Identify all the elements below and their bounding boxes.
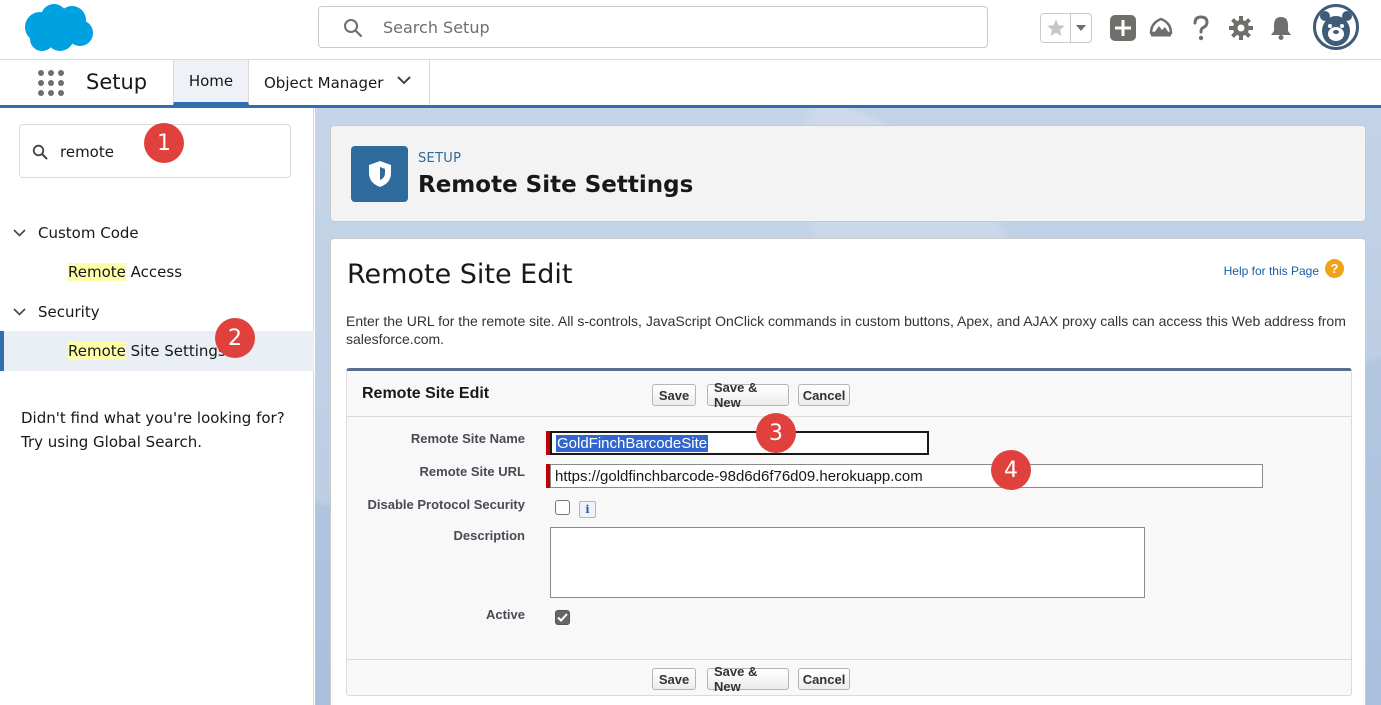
help-button[interactable] xyxy=(1187,14,1215,42)
page-icon xyxy=(351,146,408,202)
chevron-down-icon xyxy=(12,308,26,316)
tab-object-manager-label: Object Manager xyxy=(264,73,384,92)
help-for-this-page-link[interactable]: Help for this Page xyxy=(1224,264,1319,278)
checkmark-icon xyxy=(557,613,568,622)
salesforce-logo[interactable] xyxy=(20,3,94,53)
not-found-message: Didn't find what you're looking for? Try… xyxy=(21,406,301,454)
setup-tree-panel: Custom Code Remote Access Security Remot… xyxy=(0,108,314,705)
tree-item-remote-access[interactable]: Remote Access xyxy=(0,252,314,292)
page-header: SETUP Remote Site Settings xyxy=(330,125,1366,222)
bear-avatar-icon xyxy=(1320,11,1352,46)
search-icon xyxy=(32,144,48,160)
bell-icon xyxy=(1271,17,1291,40)
tab-home[interactable]: Home xyxy=(173,60,249,105)
tree-group-label: Custom Code xyxy=(38,224,139,242)
tree-item-label: Access xyxy=(125,263,183,281)
notifications-button[interactable] xyxy=(1267,14,1295,42)
help-icon[interactable]: ? xyxy=(1325,259,1344,278)
chevron-down-icon xyxy=(12,229,26,237)
cancel-button-bottom[interactable]: Cancel xyxy=(798,668,850,690)
global-search-input[interactable] xyxy=(383,15,943,39)
annotation-badge-2: 2 xyxy=(215,318,255,358)
tree-group-label: Security xyxy=(38,303,100,321)
save-button-bottom[interactable]: Save xyxy=(652,668,696,690)
disable-protocol-security-label: Disable Protocol Security xyxy=(367,497,526,512)
form-footer-divider xyxy=(347,659,1351,660)
annotation-badge-3: 3 xyxy=(756,413,796,453)
url-value: https://goldfinchbarcode-98d6d6f76d09.he… xyxy=(555,467,923,485)
active-checkbox[interactable] xyxy=(555,610,570,625)
content-card: Remote Site Edit Help for this Page ? En… xyxy=(330,238,1366,705)
star-icon xyxy=(1046,19,1065,36)
not-found-line: Didn't find what you're looking for? xyxy=(21,409,285,427)
remote-site-url-input[interactable]: https://goldfinchbarcode-98d6d6f76d09.he… xyxy=(550,464,1263,488)
remote-site-url-label: Remote Site URL xyxy=(419,464,525,479)
user-avatar[interactable] xyxy=(1313,4,1359,50)
caret-down-icon xyxy=(1076,25,1086,31)
tab-object-manager[interactable]: Object Manager xyxy=(249,60,430,105)
breadcrumb: SETUP xyxy=(418,151,462,166)
save-and-new-button[interactable]: Save & New xyxy=(707,380,789,410)
tree-group-security[interactable]: Security xyxy=(0,292,314,332)
selected-text: GoldFinchBarcodeSite xyxy=(556,434,709,452)
save-button[interactable]: Save xyxy=(652,384,696,406)
disable-protocol-security-checkbox[interactable] xyxy=(555,500,570,515)
remote-site-name-input[interactable]: GoldFinchBarcodeSite xyxy=(550,431,929,455)
favorites-button[interactable] xyxy=(1041,14,1071,42)
gear-icon xyxy=(1229,16,1253,40)
plus-icon xyxy=(1110,15,1136,41)
global-header xyxy=(0,0,1381,60)
favorites-dropdown-button[interactable] xyxy=(1071,14,1091,42)
search-highlight: Remote xyxy=(68,342,126,360)
annotation-badge-4: 4 xyxy=(991,450,1031,490)
page-title: Remote Site Settings xyxy=(418,172,694,198)
app-launcher-icon[interactable] xyxy=(36,68,66,98)
question-icon xyxy=(1193,15,1209,41)
save-and-new-button-bottom[interactable]: Save & New xyxy=(707,664,789,694)
description-textarea[interactable] xyxy=(550,527,1145,598)
app-name: Setup xyxy=(86,70,148,94)
setup-button[interactable] xyxy=(1227,14,1255,42)
remote-site-name-label: Remote Site Name xyxy=(410,431,525,446)
tree-item-label: Site Settings xyxy=(125,342,226,360)
form-section-title: Remote Site Edit xyxy=(362,385,490,402)
annotation-badge-1: 1 xyxy=(144,123,184,163)
global-search-hint: Try using Global Search. xyxy=(21,433,202,451)
tree-item-remote-site-settings[interactable]: Remote Site Settings xyxy=(0,331,314,371)
shield-icon xyxy=(368,161,391,187)
description-label: Description xyxy=(453,528,525,543)
chevron-down-icon[interactable] xyxy=(397,76,411,85)
favorites-group xyxy=(1040,13,1092,43)
tab-home-label: Home xyxy=(188,72,234,90)
trailhead-button[interactable] xyxy=(1147,14,1175,42)
edit-page-title: Remote Site Edit xyxy=(347,259,573,290)
info-icon[interactable]: i xyxy=(579,501,596,518)
intro-text: Enter the URL for the remote site. All s… xyxy=(346,313,1346,347)
cancel-button[interactable]: Cancel xyxy=(798,384,850,406)
context-bar: Setup Home Object Manager xyxy=(0,60,1381,108)
search-highlight: Remote xyxy=(68,263,126,281)
trailhead-icon xyxy=(1149,17,1173,37)
edit-form-block: Remote Site Edit Save Save & New Cancel … xyxy=(346,368,1352,696)
active-label: Active xyxy=(485,607,525,622)
global-search[interactable] xyxy=(318,6,988,48)
search-icon xyxy=(344,19,363,38)
tree-group-custom-code[interactable]: Custom Code xyxy=(0,213,314,253)
main-content-area: SETUP Remote Site Settings Remote Site E… xyxy=(315,108,1381,705)
global-actions-button[interactable] xyxy=(1109,14,1137,42)
